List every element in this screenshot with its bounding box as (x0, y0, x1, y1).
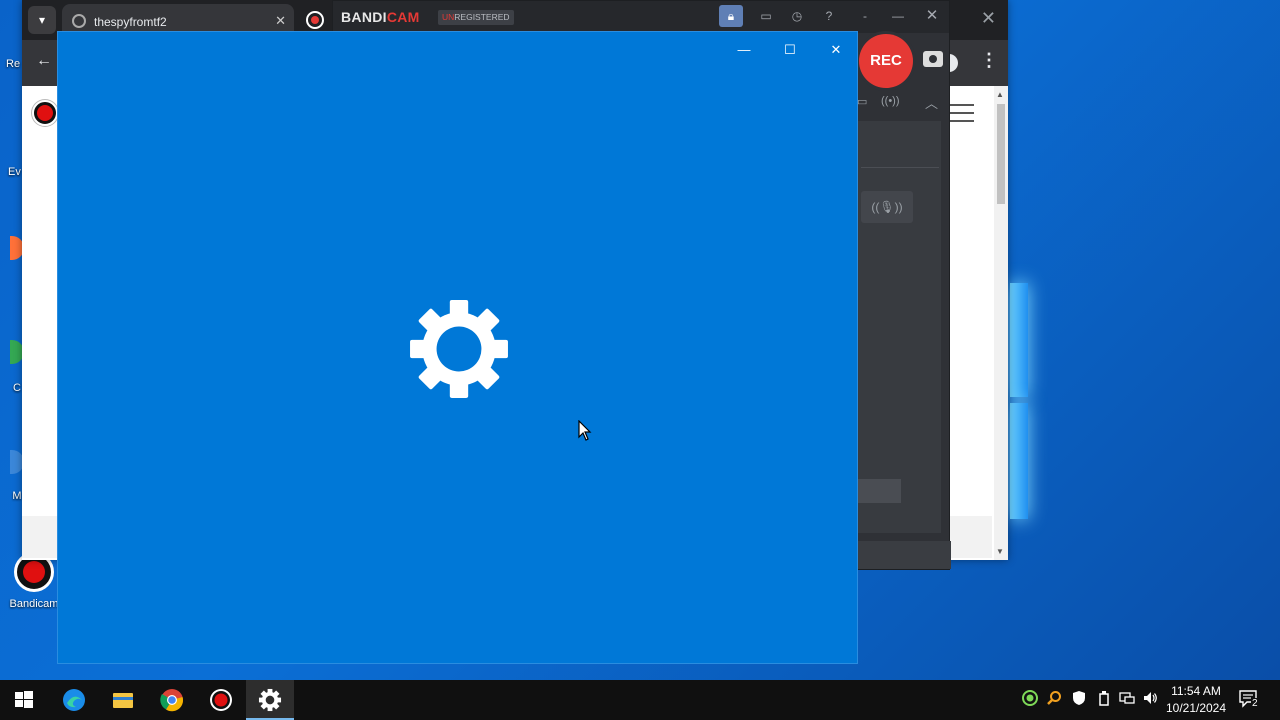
maximize-button[interactable]: ☐ (776, 40, 804, 60)
volume-icon[interactable] (1142, 690, 1158, 706)
bandicam-icon (210, 689, 232, 711)
scroll-up-icon[interactable]: ▲ (996, 90, 1004, 99)
bandicam-titlebar: BANDICAM UNREGISTERED 🔒︎ ▭ ◷ ? - — ✕ (333, 1, 949, 33)
camera-icon[interactable] (923, 51, 943, 67)
browser-close-button[interactable]: ✕ (981, 8, 996, 29)
taskbar-clock[interactable]: 11:54 AM 10/21/2024 (1160, 683, 1232, 717)
desktop-icon-bandicam[interactable]: Bandicam (4, 552, 64, 610)
minimize-button[interactable]: — (886, 5, 910, 27)
broadcast-icon[interactable]: ((•)) (881, 95, 900, 107)
more-menu-icon[interactable]: ⋮ (980, 50, 998, 71)
chrome-icon (160, 689, 184, 712)
clock-icon[interactable]: ◷ (785, 5, 809, 27)
scroll-thumb[interactable] (997, 104, 1005, 204)
mouse-cursor-icon (578, 419, 592, 447)
chevron-down-icon: ▾ (38, 13, 46, 27)
screen-icon[interactable]: ▭ (857, 95, 867, 108)
gear-icon (258, 688, 282, 712)
edge-icon (63, 689, 85, 711)
network-icon[interactable] (1119, 690, 1135, 706)
taskbar-file-explorer[interactable] (99, 680, 147, 720)
help-button[interactable]: ? (817, 5, 841, 27)
folder-icon (113, 693, 133, 708)
bandicam-logo: BANDICAM (341, 9, 420, 25)
bandicam-tab-icon[interactable] (306, 11, 324, 29)
minimize-button[interactable]: — (730, 40, 758, 60)
rec-button[interactable]: REC (859, 34, 913, 88)
tab-title: thespyfromtf2 (94, 15, 167, 29)
bandicam-subbar: ▭ ((•)) ︿ (853, 93, 951, 115)
taskbar-bandicam[interactable] (197, 680, 245, 720)
hamburger-menu-icon[interactable] (950, 104, 974, 122)
clock-time: 11:54 AM (1171, 684, 1221, 698)
folder-icon[interactable]: ▭ (754, 5, 778, 27)
usb-icon[interactable] (1096, 690, 1112, 706)
back-arrow-icon[interactable]: ← (36, 52, 52, 70)
notification-count: 2 (1251, 698, 1259, 709)
clock-date: 10/21/2024 (1165, 701, 1227, 715)
search-icon[interactable] (1046, 690, 1062, 706)
panel-field[interactable] (853, 479, 901, 503)
bandicam-footer (853, 541, 951, 569)
windows-logo-wallpaper (1010, 283, 1028, 519)
globe-icon (72, 14, 86, 28)
scrollbar[interactable]: ▲ ▼ (994, 86, 1008, 560)
collapse-button[interactable]: - (853, 5, 877, 27)
shield-icon[interactable] (1071, 690, 1087, 706)
notification-center-button[interactable]: 2 (1238, 688, 1260, 710)
settings-window: — ☐ ✕ (57, 31, 858, 664)
taskbar-chrome[interactable] (148, 680, 196, 720)
tab-close-button[interactable]: ✕ (275, 13, 286, 29)
scroll-down-icon[interactable]: ▼ (996, 547, 1004, 556)
status-icon[interactable] (1022, 690, 1038, 706)
tab-list-button[interactable]: ▾ (28, 6, 56, 34)
close-button[interactable]: ✕ (822, 40, 850, 60)
taskbar: 11:54 AM 10/21/2024 2 (0, 680, 1280, 720)
divider (861, 167, 939, 168)
close-button[interactable]: ✕ (920, 5, 944, 27)
start-button[interactable] (0, 680, 48, 720)
page-record-icon[interactable] (32, 100, 58, 126)
windows-start-icon (15, 691, 33, 708)
microphone-icon[interactable]: ((🎙︎)) (861, 191, 913, 223)
desktop-icon-label: Bandicam (9, 598, 59, 610)
bandicam-panel: ((🎙︎)) (853, 121, 941, 533)
gear-icon (408, 298, 510, 400)
lock-icon[interactable]: 🔒︎ (719, 5, 743, 27)
unregistered-badge: UNREGISTERED (438, 10, 514, 25)
chevron-up-icon[interactable]: ︿ (925, 93, 938, 112)
taskbar-edge[interactable] (50, 680, 98, 720)
taskbar-settings[interactable] (246, 680, 294, 720)
